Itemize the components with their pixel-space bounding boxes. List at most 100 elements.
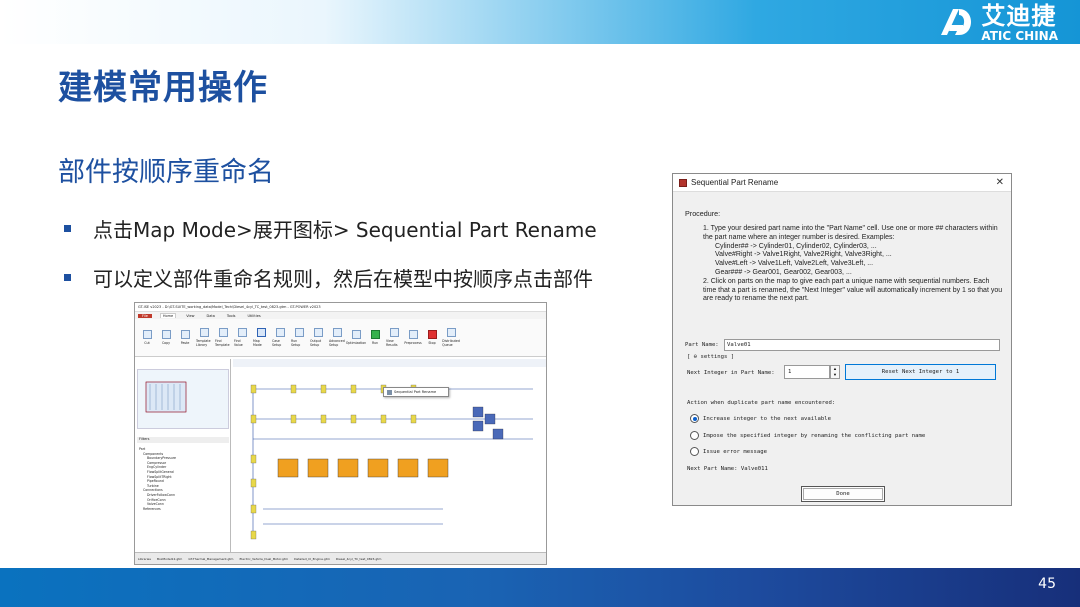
- advanced-setup-button[interactable]: Advanced Setup: [329, 328, 345, 347]
- dialog-title-bar: Sequential Part Rename: [673, 174, 1011, 192]
- left-pane: Filters Part Components BoundaryPressure…: [135, 359, 231, 553]
- radio-option-increase[interactable]: Increase integer to the next available: [690, 414, 831, 423]
- tab-file[interactable]: File: [138, 313, 152, 318]
- results-icon: [389, 328, 399, 337]
- brand-name-cn: 艾迪捷: [981, 2, 1057, 30]
- slide-title: 建模常用操作: [58, 68, 268, 108]
- sequential-part-rename-menu-item[interactable]: Sequential Part Rename: [383, 387, 449, 397]
- model-minimap[interactable]: [137, 369, 229, 429]
- slide-subtitle: 部件按顺序重命名: [58, 157, 274, 188]
- cut-button[interactable]: Cut: [139, 330, 155, 345]
- case-setup-button[interactable]: Case Setup: [272, 328, 288, 347]
- rename-icon: [387, 389, 392, 395]
- tree-item[interactable]: References: [139, 507, 176, 512]
- doc-tab[interactable]: Diesel_4cyl_TC_test_0823.gtm: [336, 557, 382, 561]
- play-icon: [370, 330, 380, 339]
- document-tabs: Libraries BoxModel12.gtm GT-Thermal_Mana…: [135, 552, 546, 564]
- find-value-button[interactable]: Find Value: [234, 328, 250, 347]
- app-ribbon-tabs: File Home View Data Tools Utilities: [135, 312, 546, 319]
- example-line: Cylinder## -> Cylinder01, Cylinder02, Cy…: [715, 242, 877, 250]
- find-template-button[interactable]: Find Template: [215, 328, 231, 347]
- run-setup-button[interactable]: Run Setup: [291, 328, 307, 347]
- procedure-label: Procedure:: [685, 209, 721, 218]
- brand-logo: 艾迪捷 ATIC CHINA: [935, 4, 1058, 42]
- next-integer-label: Next Integer in Part Name:: [687, 370, 775, 376]
- paste-icon: [180, 330, 190, 339]
- chevron-down-icon[interactable]: ▼: [833, 372, 837, 378]
- bullet-text: 可以定义部件重命名规则，然后在模型中按顺序点击部件: [93, 267, 593, 291]
- binoculars-icon: [237, 328, 247, 337]
- chart-icon: [351, 330, 361, 339]
- library-icon: [199, 328, 209, 337]
- dialog-title: Sequential Part Rename: [691, 178, 779, 187]
- gear-icon: [332, 328, 342, 337]
- view-results-button[interactable]: View Results: [386, 328, 402, 347]
- radio-unselected-icon[interactable]: [690, 431, 699, 440]
- scissors-icon: [142, 330, 152, 339]
- bullet-text: 点击Map Mode>展开图标> Sequential Part Rename: [93, 218, 597, 242]
- doc-tab[interactable]: GT-Thermal_Management.gtm: [188, 557, 233, 561]
- radio-label: Impose the specified integer by renaming…: [703, 432, 926, 439]
- next-integer-stepper[interactable]: ▲ ▼: [830, 365, 840, 379]
- reset-next-integer-button[interactable]: Reset Next Integer to 1: [845, 364, 996, 380]
- part-name-input[interactable]: Valve01: [724, 339, 1000, 351]
- settings-toggle[interactable]: [ ⊖ settings ]: [687, 354, 734, 360]
- preprocess-icon: [408, 330, 418, 339]
- example-line: Gear### -> Gear001, Gear002, Gear003, ..…: [715, 268, 852, 276]
- run-button[interactable]: Run: [367, 330, 383, 345]
- radio-label: Issue error message: [703, 448, 767, 455]
- stop-icon: [427, 330, 437, 339]
- slide: 艾迪捷 ATIC CHINA 建模常用操作 部件按顺序重命名 点击Map Mod…: [0, 0, 1080, 607]
- part-name-label: Part Name:: [685, 342, 719, 348]
- tab-tools[interactable]: Tools: [225, 314, 238, 318]
- radio-label: Increase integer to the next available: [703, 415, 831, 422]
- filters-header: Filters: [137, 437, 229, 443]
- procedure-steps: 1. Type your desired part name into the …: [703, 225, 1003, 304]
- app-screenshot: GT-ISE v2023 - D:\GT-SUITE_working_data\…: [134, 302, 547, 565]
- atic-logo-icon: [941, 9, 972, 35]
- tab-home[interactable]: Home: [159, 313, 177, 318]
- doc-tab[interactable]: Electric_Vehicle_Dual_Motor.gtm: [239, 557, 288, 561]
- example-line: Valve#Left -> Valve1Left, Valve2Left, Va…: [715, 260, 874, 268]
- doc-tab[interactable]: Libraries: [138, 557, 151, 561]
- output-setup-button[interactable]: Output Setup: [310, 328, 326, 347]
- tab-utilities[interactable]: Utilities: [246, 314, 263, 318]
- brand-name-en: ATIC CHINA: [981, 29, 1058, 43]
- paste-button[interactable]: Paste: [177, 330, 193, 345]
- bullet-square-icon: [64, 225, 71, 232]
- next-integer-input[interactable]: 1: [784, 365, 830, 379]
- distributed-queue-button[interactable]: Distributed Queue: [442, 328, 460, 347]
- tab-view[interactable]: View: [184, 314, 196, 318]
- output-icon: [313, 328, 323, 337]
- optimization-button[interactable]: Optimization: [346, 330, 366, 345]
- sequential-part-rename-dialog: Sequential Part Rename ✕ Procedure: 1. T…: [672, 173, 1012, 506]
- doc-tab[interactable]: Detailed_CI_Engine.gtm: [294, 557, 330, 561]
- duplicate-action-label: Action when duplicate part name encounte…: [687, 400, 836, 406]
- table-icon: [275, 328, 285, 337]
- tab-data[interactable]: Data: [205, 314, 217, 318]
- stop-button[interactable]: Stop: [424, 330, 440, 345]
- radio-unselected-icon[interactable]: [690, 447, 699, 456]
- clock-icon: [294, 328, 304, 337]
- queue-icon: [446, 328, 456, 337]
- step-2-text: 2. Click on parts on the map to give eac…: [703, 277, 1003, 303]
- radio-selected-icon[interactable]: [690, 414, 699, 423]
- close-icon[interactable]: ✕: [996, 177, 1004, 188]
- doc-tab[interactable]: BoxModel12.gtm: [157, 557, 182, 561]
- part-tree: Part Components BoundaryPressure Compres…: [139, 447, 176, 511]
- map-mode-button[interactable]: Map Mode: [253, 328, 269, 347]
- template-library-button[interactable]: Template Library: [196, 328, 212, 347]
- step-1-text: 1. Type your desired part name into the …: [703, 225, 998, 241]
- app-title-bar: GT-ISE v2023 - D:\GT-SUITE_working_data\…: [135, 303, 546, 312]
- radio-option-impose[interactable]: Impose the specified integer by renaming…: [690, 431, 925, 440]
- app-icon: [679, 178, 687, 187]
- radio-option-error[interactable]: Issue error message: [690, 447, 767, 456]
- copy-icon: [161, 330, 171, 339]
- preprocess-button[interactable]: Preprocess: [404, 330, 422, 345]
- cursor-icon: [256, 328, 266, 337]
- done-button[interactable]: Done: [801, 486, 885, 502]
- page-number: 45: [1038, 576, 1056, 592]
- copy-button[interactable]: Copy: [158, 330, 174, 345]
- header-bar: 艾迪捷 ATIC CHINA: [0, 0, 1080, 44]
- bullet-item: 点击Map Mode>展开图标> Sequential Part Rename: [64, 214, 597, 243]
